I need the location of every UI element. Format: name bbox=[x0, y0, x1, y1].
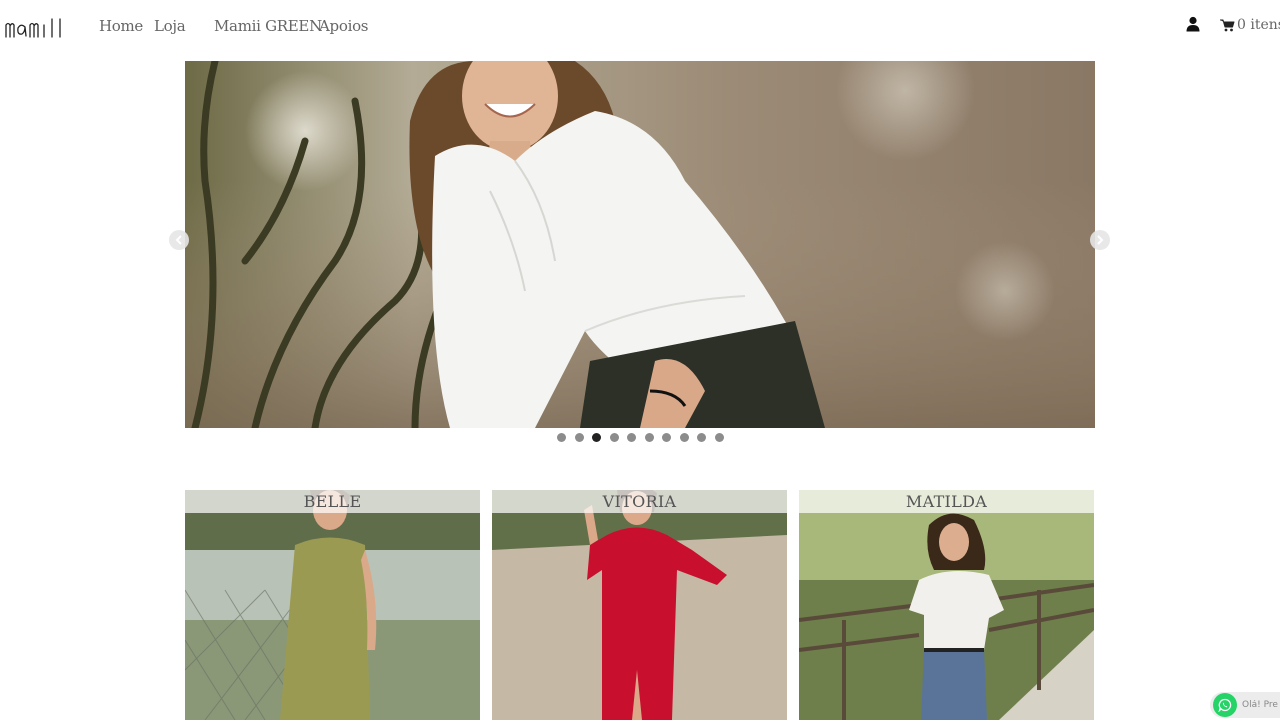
product-photo-vitoria bbox=[492, 490, 787, 720]
slider-dot-1[interactable] bbox=[557, 433, 566, 442]
slider-dot-10[interactable] bbox=[714, 433, 724, 442]
product-card-belle[interactable]: BELLE bbox=[185, 490, 480, 720]
product-photo-belle bbox=[185, 490, 480, 720]
user-icon[interactable] bbox=[1186, 16, 1200, 32]
cart-button[interactable]: 0 itens bbox=[1220, 17, 1280, 33]
slider-dot-7[interactable] bbox=[662, 433, 671, 442]
product-title-vitoria: VITORIA bbox=[492, 490, 787, 513]
nav-item-apoios[interactable]: Apoios bbox=[319, 17, 369, 35]
whatsapp-greeting-text: Olá! Precisa de ajuda? bbox=[1242, 700, 1278, 710]
product-title-belle: BELLE bbox=[185, 490, 480, 513]
cart-count-label: 0 itens bbox=[1237, 17, 1280, 33]
slider-dot-2[interactable] bbox=[574, 433, 584, 442]
product-card-matilda[interactable]: MATILDA bbox=[799, 490, 1094, 720]
nav-item-loja[interactable]: Loja bbox=[154, 17, 186, 35]
product-card-vitoria[interactable]: VITORIA bbox=[492, 490, 787, 720]
top-navigation-bar: mamii Home Loja Mamii GREEN Apoios 0 ite… bbox=[0, 0, 1280, 52]
shopping-cart-icon bbox=[1220, 19, 1235, 31]
slider-dot-9[interactable] bbox=[697, 433, 706, 442]
nav-item-home[interactable]: Home bbox=[99, 17, 143, 35]
slider-dot-6[interactable] bbox=[644, 433, 654, 442]
slider-dot-5[interactable] bbox=[627, 433, 636, 442]
slider-next-button[interactable] bbox=[1090, 230, 1110, 250]
mamii-logo[interactable]: mamii bbox=[4, 10, 64, 40]
product-title-matilda: MATILDA bbox=[799, 490, 1094, 513]
whatsapp-icon bbox=[1213, 693, 1237, 717]
hero-slide-image bbox=[185, 61, 1095, 428]
chevron-left-icon bbox=[175, 235, 182, 245]
slider-dot-3[interactable] bbox=[592, 433, 601, 442]
slider-prev-button[interactable] bbox=[169, 230, 189, 250]
chevron-right-icon bbox=[1097, 235, 1104, 245]
slider-pagination bbox=[557, 433, 727, 442]
slider-dot-8[interactable] bbox=[679, 433, 689, 442]
hero-slider[interactable] bbox=[185, 61, 1095, 428]
nav-item-mamii-green[interactable]: Mamii GREEN bbox=[214, 17, 322, 35]
product-photo-matilda bbox=[799, 490, 1094, 720]
slider-dot-4[interactable] bbox=[609, 433, 619, 442]
whatsapp-chat-button[interactable]: Olá! Precisa de ajuda? bbox=[1210, 692, 1280, 718]
